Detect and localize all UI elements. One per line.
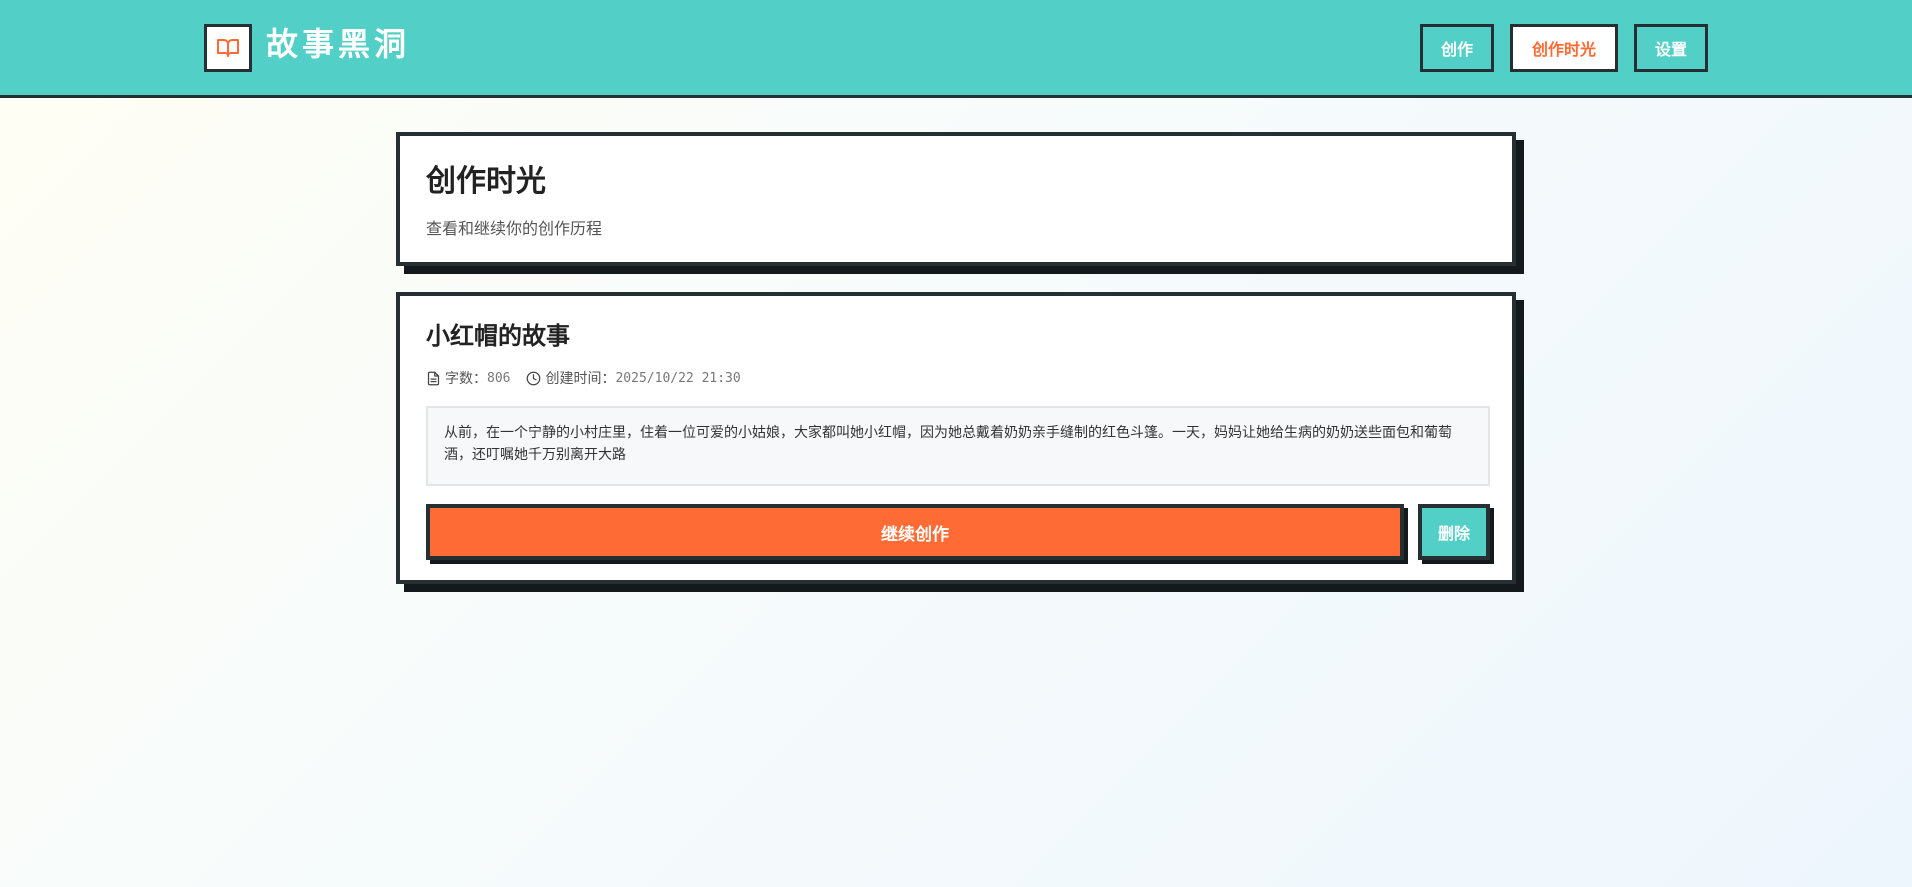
word-count-value: 806	[487, 370, 511, 386]
top-navbar: 故事黑洞 创作 创作时光 设置	[0, 0, 1912, 98]
page-subtitle: 查看和继续你的创作历程	[426, 219, 603, 238]
logo-badge[interactable]	[204, 24, 252, 72]
page-header-card: 创作时光 查看和继续你的创作历程	[396, 132, 1516, 266]
nav-create-button[interactable]: 创作	[1420, 24, 1494, 72]
story-title: 小红帽的故事	[426, 321, 570, 350]
created-time: 创建时间： 2025/10/22 21:30	[526, 368, 741, 388]
nav-settings-button[interactable]: 设置	[1634, 24, 1708, 72]
word-count: 字数： 806	[426, 368, 510, 388]
open-book-icon	[217, 39, 239, 57]
delete-button[interactable]: 删除	[1418, 504, 1490, 560]
word-count-label: 字数：	[445, 371, 487, 387]
created-time-value: 2025/10/22 21:30	[615, 370, 741, 386]
app-title[interactable]: 故事黑洞	[266, 22, 410, 66]
story-excerpt: 从前，在一个宁静的小村庄里，住着一位可爱的小姑娘，大家都叫她小红帽，因为她总戴着…	[426, 406, 1490, 486]
created-time-label: 创建时间：	[545, 371, 616, 387]
clock-icon	[527, 371, 541, 385]
page-title: 创作时光	[426, 164, 546, 199]
nav-history-button[interactable]: 创作时光	[1510, 24, 1618, 72]
story-meta: 字数： 806 创建时间： 2025/10/22 21:30	[426, 366, 757, 390]
story-card: 小红帽的故事 字数： 806 创建时间： 2025/10/22 21:30 从前…	[396, 292, 1516, 584]
document-icon	[427, 371, 440, 385]
continue-writing-button[interactable]: 继续创作	[426, 504, 1404, 560]
